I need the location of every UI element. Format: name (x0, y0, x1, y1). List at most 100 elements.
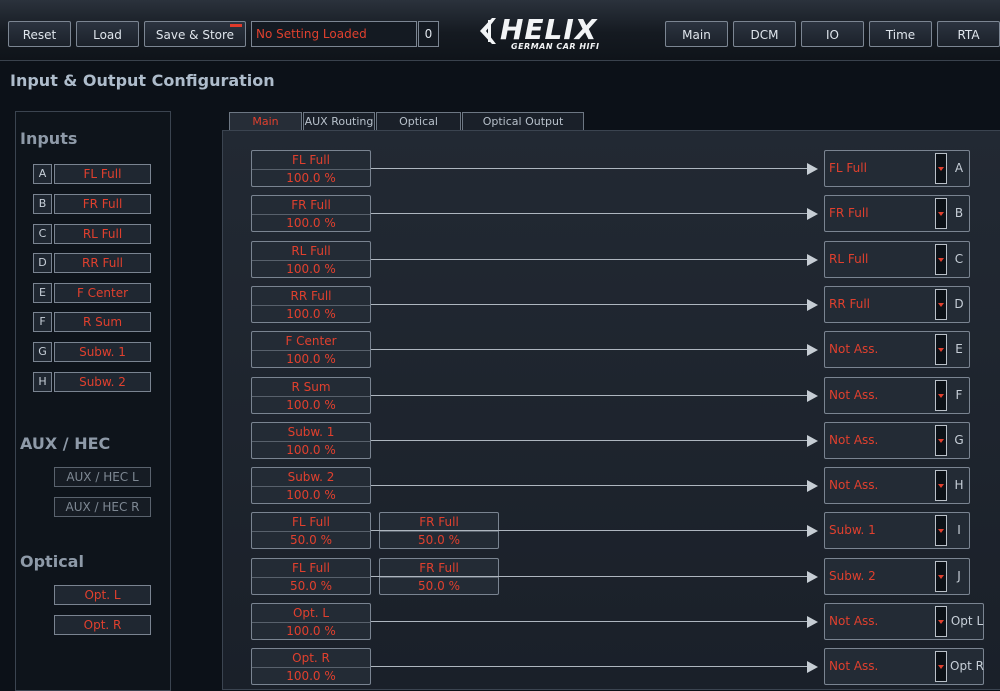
output-channel-select[interactable]: Not Ass. Opt R (824, 648, 984, 685)
routing-source[interactable]: RR Full 100.0 % (251, 286, 371, 323)
routing-source[interactable]: Subw. 2 100.0 % (251, 467, 371, 504)
routing-source[interactable]: FL Full 50.0 % (251, 558, 371, 595)
source-level: 100.0 % (286, 443, 336, 457)
chevron-down-icon[interactable] (935, 651, 947, 682)
output-channel-select[interactable]: FR Full B (824, 195, 970, 232)
source-name: FL Full (292, 515, 330, 529)
tab-aux-routing[interactable]: AUX Routing (303, 112, 375, 131)
source-name: FR Full (291, 198, 331, 212)
routing-line (371, 576, 808, 577)
chevron-down-icon[interactable] (935, 470, 947, 501)
arrow-right-icon (807, 163, 818, 175)
source-level: 100.0 % (286, 307, 336, 321)
chevron-down-icon[interactable] (935, 153, 947, 184)
source-name: Opt. R (292, 651, 330, 665)
output-assignment: Subw. 1 (829, 523, 876, 537)
source-name: RR Full (290, 289, 332, 303)
output-channel-select[interactable]: RR Full D (824, 286, 970, 323)
routing-row: R Sum 100.0 % Not Ass. F (0, 377, 1000, 417)
source-level: 100.0 % (286, 352, 336, 366)
output-channel-label: F (955, 388, 963, 402)
source-name: Opt. L (292, 606, 330, 620)
chevron-down-icon[interactable] (935, 606, 947, 637)
tab-optical-routing[interactable]: Optical Routing (376, 112, 461, 146)
chevron-down-icon[interactable] (935, 561, 947, 592)
output-assignment: Not Ass. (829, 614, 879, 628)
routing-source[interactable]: R Sum 100.0 % (251, 377, 371, 414)
source-level: 100.0 % (286, 398, 336, 412)
source-name: FR Full (419, 561, 459, 575)
output-channel-select[interactable]: RL Full C (824, 241, 970, 278)
arrow-right-icon (807, 480, 818, 492)
output-channel-select[interactable]: Subw. 2 J (824, 558, 970, 595)
source-level: 100.0 % (286, 488, 336, 502)
chevron-down-icon[interactable] (935, 244, 947, 275)
routing-row: FR Full 100.0 % FR Full B (0, 195, 1000, 235)
chevron-down-icon[interactable] (935, 425, 947, 456)
nav-main-button[interactable]: Main (665, 21, 728, 47)
output-assignment: Not Ass. (829, 433, 879, 447)
routing-source[interactable]: FL Full 100.0 % (251, 150, 371, 187)
save-store-button[interactable]: Save & Store (144, 21, 246, 47)
output-assignment: Not Ass. (829, 659, 879, 673)
chevron-down-icon[interactable] (935, 334, 947, 365)
output-channel-select[interactable]: Not Ass. E (824, 331, 970, 368)
nav-rta-button[interactable]: RTA (937, 21, 1000, 47)
nav-time-button[interactable]: Time (869, 21, 932, 47)
unsaved-indicator (230, 24, 242, 27)
routing-row: F Center 100.0 % Not Ass. E (0, 331, 1000, 371)
arrow-right-icon (807, 208, 818, 220)
output-channel-select[interactable]: Not Ass. G (824, 422, 970, 459)
routing-source[interactable]: RL Full 100.0 % (251, 241, 371, 278)
tab-optical-output-routing[interactable]: Optical Output Routing (462, 112, 584, 146)
chevron-down-icon[interactable] (935, 289, 947, 320)
output-channel-select[interactable]: Subw. 1 I (824, 512, 970, 549)
output-channel-select[interactable]: Not Ass. H (824, 467, 970, 504)
tab-main-routing[interactable]: Main Routing (229, 112, 302, 146)
routing-source[interactable]: FR Full 100.0 % (251, 195, 371, 232)
chevron-down-icon[interactable] (935, 198, 947, 229)
source-level: 50.0 % (290, 579, 332, 593)
routing-source[interactable]: Subw. 1 100.0 % (251, 422, 371, 459)
routing-line (371, 440, 808, 441)
routing-line (371, 213, 808, 214)
chevron-down-icon[interactable] (935, 380, 947, 411)
routing-source[interactable]: FL Full 50.0 % (251, 512, 371, 549)
reset-button[interactable]: Reset (8, 21, 71, 47)
output-channel-label: G (954, 433, 964, 447)
arrow-right-icon (807, 525, 818, 537)
routing-line (371, 485, 808, 486)
routing-row: Subw. 2 100.0 % Not Ass. H (0, 467, 1000, 507)
source-level: 50.0 % (418, 579, 460, 593)
nav-io-button[interactable]: IO (801, 21, 864, 47)
routing-source[interactable]: Opt. L 100.0 % (251, 603, 371, 640)
output-channel-label: Opt L (950, 614, 984, 628)
routing-row: Opt. R 100.0 % Not Ass. Opt R (0, 648, 1000, 688)
output-assignment: FR Full (829, 206, 869, 220)
load-button[interactable]: Load (76, 21, 139, 47)
source-name: FR Full (419, 515, 459, 529)
arrow-right-icon (807, 254, 818, 266)
output-channel-label: I (957, 523, 961, 537)
source-name: Subw. 2 (287, 470, 335, 484)
routing-source[interactable]: Opt. R 100.0 % (251, 648, 371, 685)
arrow-right-icon (807, 616, 818, 628)
nav-dcm-button[interactable]: DCM (733, 21, 796, 47)
output-assignment: Not Ass. (829, 388, 879, 402)
output-channel-label: A (954, 161, 964, 175)
routing-line (371, 349, 808, 350)
save-store-label: Save & Store (155, 28, 235, 42)
source-level: 100.0 % (286, 669, 336, 683)
chevron-down-icon[interactable] (935, 515, 947, 546)
output-channel-select[interactable]: FL Full A (824, 150, 970, 187)
output-channel-label: H (954, 478, 964, 492)
source-name: FL Full (292, 153, 330, 167)
routing-row: FL Full 50.0 % FR Full 50.0 % Subw. 1 I (0, 512, 1000, 552)
output-channel-select[interactable]: Not Ass. F (824, 377, 970, 414)
routing-line (371, 621, 808, 622)
routing-line (371, 259, 808, 260)
arrow-right-icon (807, 661, 818, 673)
output-channel-select[interactable]: Not Ass. Opt L (824, 603, 984, 640)
arrow-right-icon (807, 571, 818, 583)
routing-source[interactable]: F Center 100.0 % (251, 331, 371, 368)
